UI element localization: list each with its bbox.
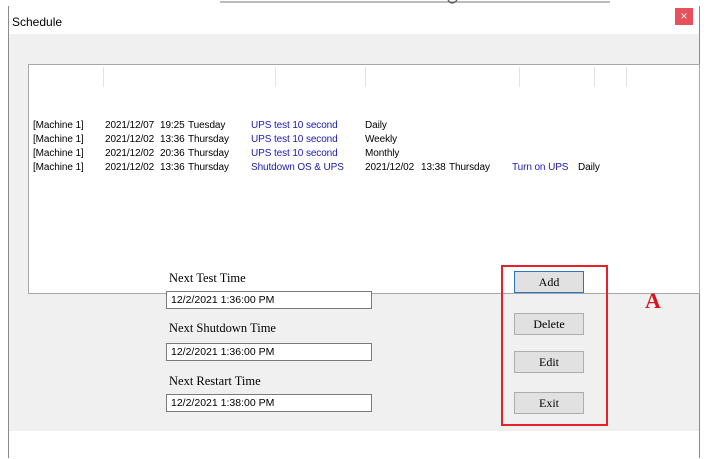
machine-cell: [Machine 1] bbox=[33, 120, 84, 131]
next-test-label: Next Test Time bbox=[169, 271, 246, 285]
time-cell: 19:25 bbox=[160, 120, 185, 131]
time-cell: 13:36 bbox=[160, 134, 185, 145]
next-restart-label: Next Restart Time bbox=[169, 374, 261, 388]
time-cell: 20:36 bbox=[160, 148, 185, 159]
schedule-list[interactable]: [Machine 1] 2021/12/07 19:25 Tuesday UPS… bbox=[28, 64, 700, 294]
machine-cell: [Machine 1] bbox=[33, 162, 84, 173]
delete-button[interactable]: Delete bbox=[514, 313, 584, 335]
action-cell: UPS test 10 second bbox=[251, 148, 338, 159]
column-separator bbox=[626, 67, 627, 87]
repeat-cell: Daily bbox=[578, 162, 600, 173]
exit-button[interactable]: Exit bbox=[514, 392, 584, 414]
action-cell: UPS test 10 second bbox=[251, 120, 338, 131]
day-cell: Thursday bbox=[188, 148, 229, 159]
next-test-field[interactable]: 12/2/2021 1:36:00 PM bbox=[166, 291, 372, 309]
next-shutdown-field[interactable]: 12/2/2021 1:36:00 PM bbox=[166, 343, 372, 361]
day-cell: Thursday bbox=[188, 134, 229, 145]
day-cell: Thursday bbox=[188, 162, 229, 173]
machine-cell: [Machine 1] bbox=[33, 148, 84, 159]
action-cell: Shutdown OS & UPS bbox=[251, 162, 344, 173]
day-cell: Tuesday bbox=[188, 120, 226, 131]
add-button[interactable]: Add bbox=[514, 271, 584, 293]
action-cell: UPS test 10 second bbox=[251, 134, 338, 145]
column-separator bbox=[365, 67, 366, 87]
restart-time-cell: 13:38 bbox=[421, 162, 446, 173]
column-separator bbox=[103, 67, 104, 87]
title-bar: Schedule bbox=[9, 8, 699, 32]
date-cell: 2021/12/02 bbox=[105, 162, 155, 173]
repeat-cell: Daily bbox=[365, 120, 387, 131]
repeat-cell: Weekly bbox=[365, 134, 398, 145]
restart-date-cell: 2021/12/02 bbox=[365, 162, 415, 173]
time-cell: 13:36 bbox=[160, 162, 185, 173]
repeat-cell: Monthly bbox=[365, 148, 400, 159]
annotation-label: A bbox=[645, 288, 661, 313]
column-separator bbox=[519, 67, 520, 87]
restart-action-cell: Turn on UPS bbox=[512, 162, 569, 173]
next-restart-field[interactable]: 12/2/2021 1:38:00 PM bbox=[166, 394, 372, 412]
edit-button[interactable]: Edit bbox=[514, 351, 584, 373]
machine-cell: [Machine 1] bbox=[33, 134, 84, 145]
column-separator bbox=[275, 67, 276, 87]
date-cell: 2021/12/07 bbox=[105, 120, 155, 131]
date-cell: 2021/12/02 bbox=[105, 134, 155, 145]
restart-day-cell: Thursday bbox=[449, 162, 490, 173]
window-title: Schedule bbox=[12, 15, 63, 29]
close-button[interactable]: × bbox=[675, 8, 693, 25]
next-shutdown-label: Next Shutdown Time bbox=[169, 321, 276, 335]
column-separator bbox=[594, 67, 595, 87]
date-cell: 2021/12/02 bbox=[105, 148, 155, 159]
